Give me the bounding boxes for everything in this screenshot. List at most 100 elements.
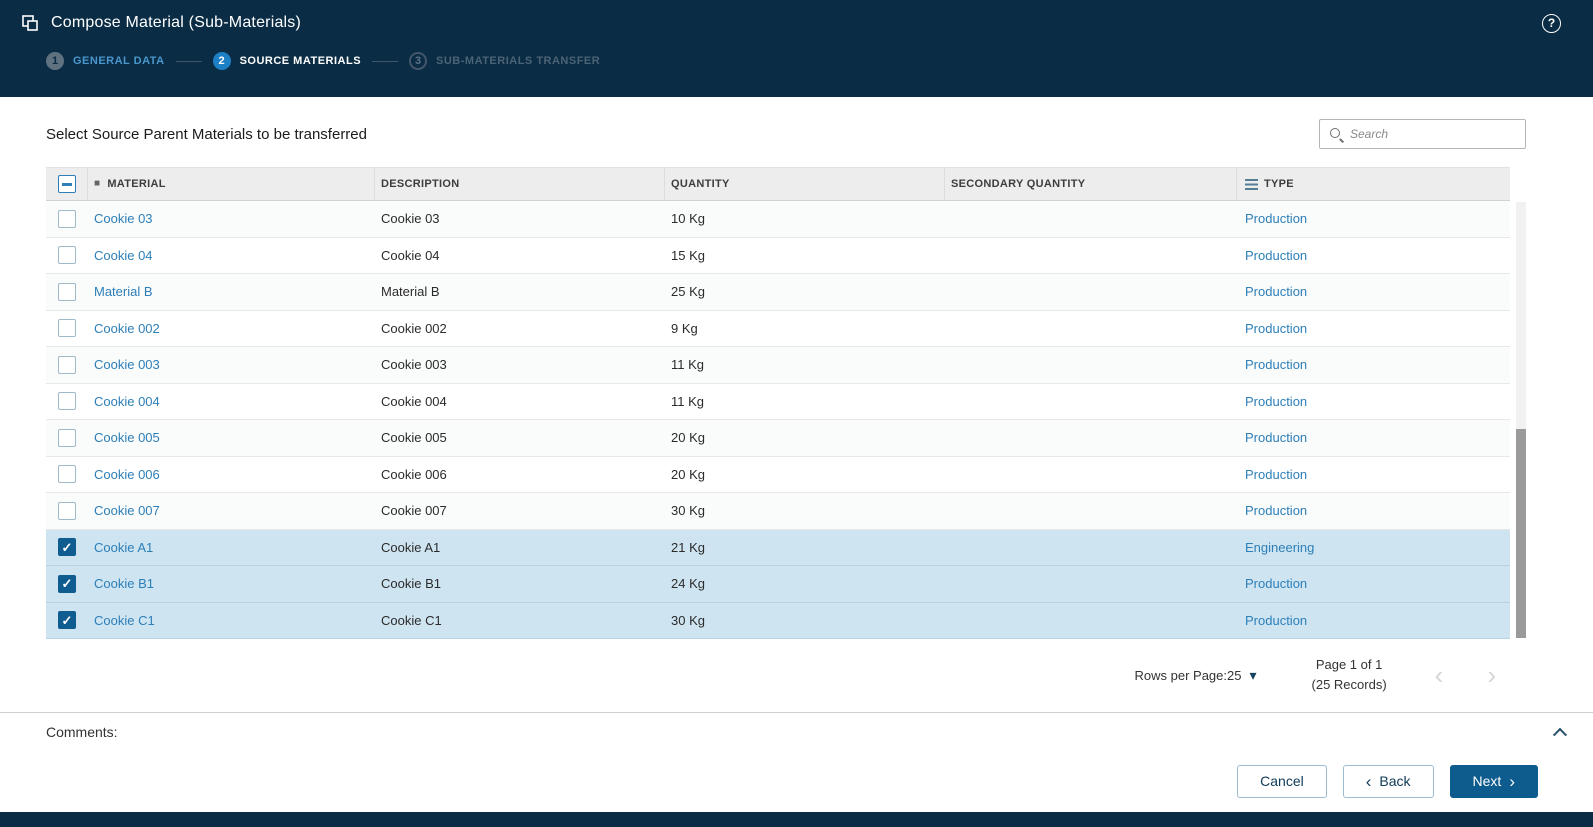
material-link[interactable]: Cookie A1	[94, 540, 153, 555]
cell-quantity: 10 Kg	[671, 211, 705, 227]
table-row[interactable]: Cookie 007 Cookie 007 30 Kg Production	[46, 493, 1510, 530]
material-link[interactable]: Cookie 006	[94, 467, 160, 482]
cancel-button[interactable]: Cancel	[1237, 764, 1327, 798]
row-checkbox[interactable]	[58, 209, 76, 228]
page-label: Page 1 of 1	[1315, 656, 1383, 672]
wizard-step[interactable]: 2 SOURCE MATERIALS	[212, 52, 361, 70]
type-link[interactable]: Production	[1245, 357, 1307, 372]
table-row[interactable]: Material B Material B 25 Kg Production	[46, 274, 1510, 311]
type-link[interactable]: Production	[1245, 284, 1307, 299]
content-header: Select Source Parent Materials to be tra…	[46, 119, 1526, 149]
cell-material: Cookie 007	[88, 503, 375, 518]
column-header-type[interactable]: TYPE	[1237, 168, 1510, 200]
table-row[interactable]: Cookie C1 Cookie C1 30 Kg Production	[46, 602, 1510, 639]
table-row[interactable]: Cookie 03 Cookie 03 10 Kg Production	[46, 201, 1510, 238]
cell-description: Cookie 03	[381, 211, 440, 227]
cell-material: Cookie 03	[88, 211, 375, 226]
type-link[interactable]: Production	[1245, 394, 1307, 409]
material-link[interactable]: Cookie 04	[94, 248, 153, 263]
step-connector	[175, 60, 202, 62]
material-link[interactable]: Cookie 005	[94, 430, 160, 445]
material-link[interactable]: Cookie C1	[94, 613, 155, 628]
row-checkbox[interactable]	[58, 501, 76, 520]
step-number: 2	[212, 52, 231, 70]
column-label-material: MATERIAL	[107, 178, 166, 190]
header-checkbox-cell	[46, 168, 88, 200]
type-link[interactable]: Production	[1245, 321, 1307, 336]
cell-type: Production	[1237, 248, 1510, 263]
cell-material: Cookie 004	[88, 394, 375, 409]
material-link[interactable]: Cookie 002	[94, 321, 160, 336]
step-label: SUB-MATERIALS TRANSFER	[436, 55, 601, 67]
cell-description: Cookie 04	[381, 247, 440, 263]
table-row[interactable]: Cookie 005 Cookie 005 20 Kg Production	[46, 420, 1510, 457]
type-link[interactable]: Production	[1245, 248, 1307, 263]
cell-description: Material B	[381, 284, 440, 300]
cell-quantity: 21 Kg	[671, 539, 705, 555]
cell-checkbox	[46, 209, 88, 228]
wizard-step[interactable]: 3 SUB-MATERIALS TRANSFER	[409, 52, 600, 70]
step-number: 1	[46, 52, 64, 70]
type-link[interactable]: Production	[1245, 467, 1307, 482]
material-link[interactable]: Cookie 03	[94, 211, 153, 226]
next-button[interactable]: Next ›	[1449, 764, 1538, 798]
table-row[interactable]: Cookie 006 Cookie 006 20 Kg Production	[46, 456, 1510, 493]
cell-description: Cookie 005	[381, 430, 447, 446]
select-all-checkbox[interactable]	[57, 175, 76, 193]
table-header: ■ MATERIAL DESCRIPTION QUANTITY SECONDAR…	[46, 167, 1510, 201]
column-header-material[interactable]: ■ MATERIAL	[88, 168, 375, 200]
cell-material: Cookie 003	[88, 357, 375, 372]
table-row[interactable]: Cookie 004 Cookie 004 11 Kg Production	[46, 383, 1510, 420]
table-row[interactable]: Cookie 002 Cookie 002 9 Kg Production	[46, 310, 1510, 347]
material-link[interactable]: Cookie 004	[94, 394, 160, 409]
app-header: Compose Material (Sub-Materials) ? 1 GEN…	[0, 0, 1593, 97]
cell-quantity: 25 Kg	[671, 284, 705, 300]
row-checkbox[interactable]	[58, 246, 76, 265]
collapse-up-icon[interactable]	[1552, 727, 1568, 742]
table-row[interactable]: Cookie 003 Cookie 003 11 Kg Production	[46, 347, 1510, 384]
table-row[interactable]: Cookie A1 Cookie A1 21 Kg Engineering	[46, 529, 1510, 566]
table-row[interactable]: Cookie B1 Cookie B1 24 Kg Production	[46, 566, 1510, 603]
material-link[interactable]: Cookie 007	[94, 503, 160, 518]
next-label: Next	[1472, 773, 1502, 789]
back-button[interactable]: ‹ Back	[1342, 764, 1434, 798]
column-header-quantity[interactable]: QUANTITY	[665, 168, 945, 200]
row-checkbox[interactable]	[58, 355, 76, 374]
vertical-scrollbar[interactable]	[1516, 202, 1526, 638]
cell-quantity: 30 Kg	[671, 503, 705, 519]
section-title: Select Source Parent Materials to be tra…	[46, 125, 367, 143]
type-link[interactable]: Engineering	[1245, 540, 1314, 555]
type-link[interactable]: Production	[1245, 211, 1307, 226]
row-checkbox[interactable]	[58, 611, 76, 630]
next-page-button[interactable]: ›	[1487, 662, 1496, 688]
previous-page-button[interactable]: ‹	[1435, 662, 1444, 688]
type-link[interactable]: Production	[1245, 613, 1307, 628]
help-icon[interactable]: ?	[1542, 13, 1561, 33]
search-input[interactable]	[1350, 127, 1516, 141]
cell-material: Material B	[88, 284, 375, 299]
row-checkbox[interactable]	[58, 319, 76, 338]
row-checkbox[interactable]	[58, 428, 76, 447]
cell-checkbox	[46, 501, 88, 520]
row-checkbox[interactable]	[58, 538, 76, 557]
cell-description: Cookie 004	[381, 393, 447, 409]
material-link[interactable]: Cookie B1	[94, 576, 154, 591]
material-link[interactable]: Material B	[94, 284, 153, 299]
cell-material: Cookie 006	[88, 467, 375, 482]
row-checkbox[interactable]	[58, 282, 76, 301]
rows-per-page-control[interactable]: Rows per Page: 25 ▾	[1135, 668, 1257, 683]
wizard-step[interactable]: 1 GENERAL DATA	[46, 52, 165, 70]
row-checkbox[interactable]	[58, 392, 76, 411]
type-link[interactable]: Production	[1245, 430, 1307, 445]
scrollbar-thumb[interactable]	[1516, 428, 1526, 638]
material-link[interactable]: Cookie 003	[94, 357, 160, 372]
type-link[interactable]: Production	[1245, 576, 1307, 591]
column-header-description[interactable]: DESCRIPTION	[375, 168, 665, 200]
type-link[interactable]: Production	[1245, 503, 1307, 518]
table-row[interactable]: Cookie 04 Cookie 04 15 Kg Production	[46, 237, 1510, 274]
row-checkbox[interactable]	[58, 465, 76, 484]
comments-section: Comments:	[0, 712, 1593, 750]
row-checkbox[interactable]	[58, 574, 76, 593]
column-header-secondary-quantity[interactable]: SECONDARY QUANTITY	[945, 168, 1237, 200]
main-content: Select Source Parent Materials to be tra…	[0, 97, 1593, 712]
